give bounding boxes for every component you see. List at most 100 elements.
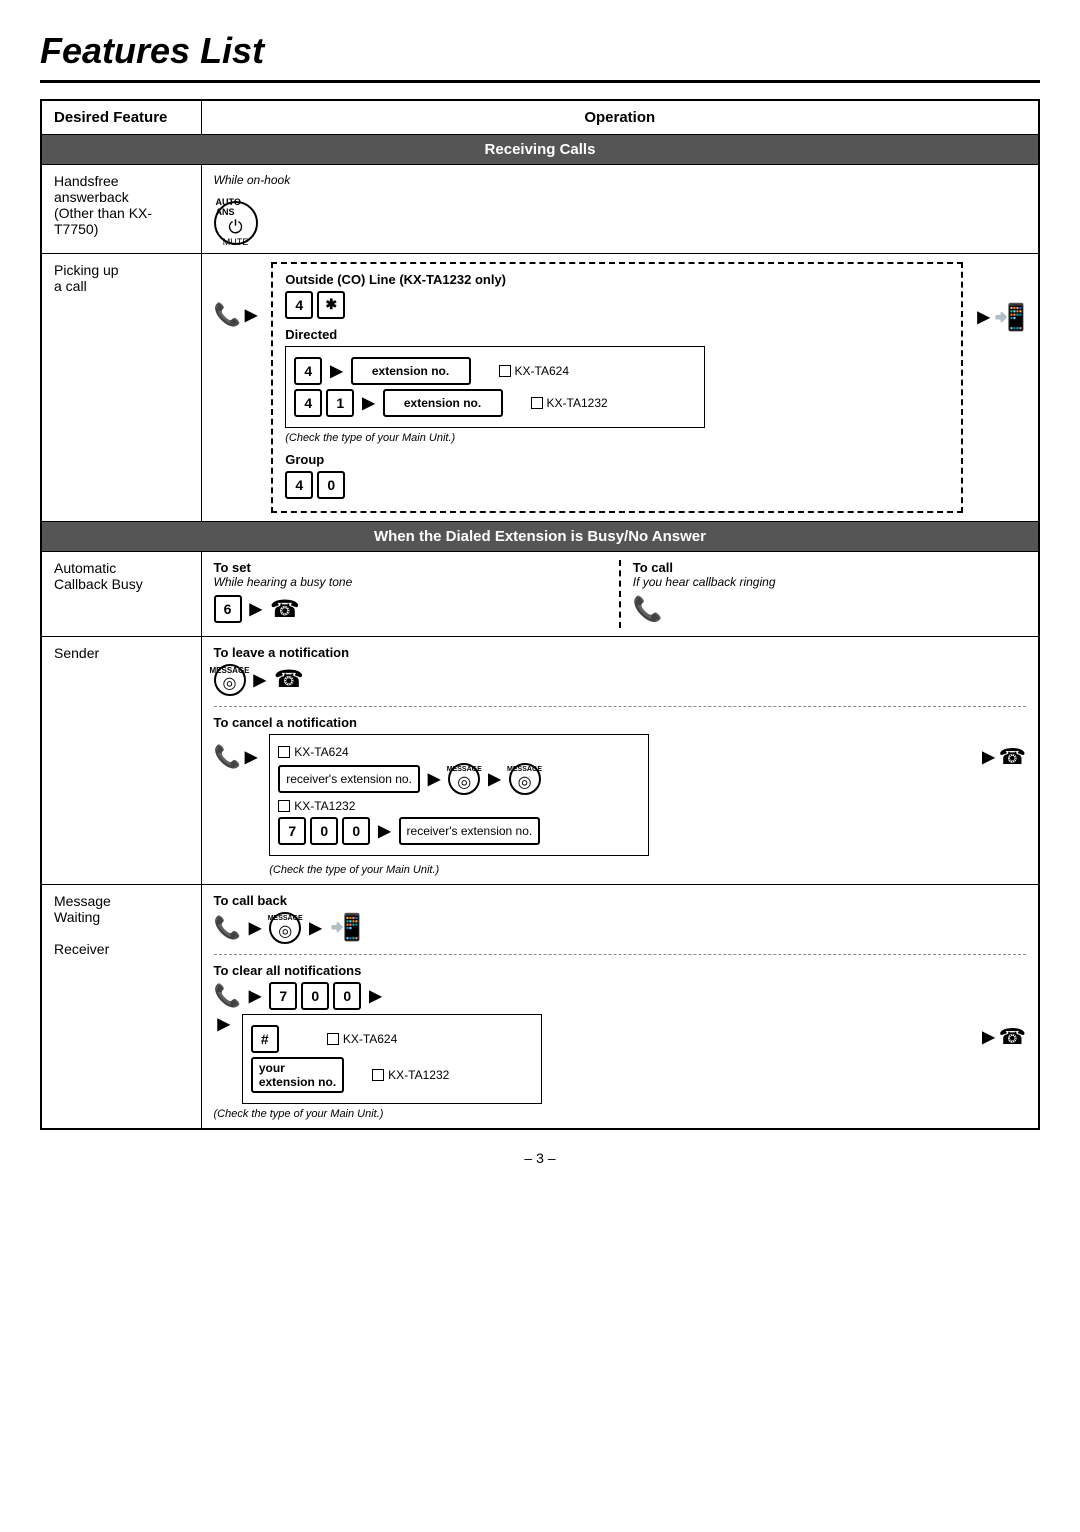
hangup-cancel-icon: ☎ (999, 744, 1026, 770)
to-clear-label: To clear all notifications (214, 963, 1027, 978)
operation-message-sender: To leave a notification MESSAGE ◎ ▶ ☎ To… (201, 636, 1039, 884)
checkbox-cancel-ta1232 (278, 800, 290, 812)
page-number: – 3 – (40, 1150, 1040, 1166)
features-table: Desired Feature Operation Receiving Call… (40, 99, 1040, 1130)
section-receiving-calls: Receiving Calls (41, 135, 1039, 165)
key-4-1232: 4 (294, 389, 322, 417)
directed-label: Directed (285, 327, 949, 342)
operation-message-receiver: To call back 📞 ▶ MESSAGE ◎ ▶ 📲 To clear … (201, 884, 1039, 1129)
cancel-ta624-keys: receiver's extension no. ▶ MESSAGE ◎ ▶ M… (278, 763, 640, 795)
receivers-ext-no-box: receiver's extension no. (278, 765, 420, 793)
key-7-clear: 7 (269, 982, 297, 1010)
key-4-group: 4 (285, 471, 313, 499)
key-6: 6 (214, 595, 242, 623)
title-divider (40, 80, 1040, 83)
outside-co-label: Outside (CO) Line (KX-TA1232 only) (285, 272, 949, 287)
sender-label: Sender (54, 645, 99, 661)
hangup-clear-icon: ☎ (999, 1024, 1026, 1050)
ta624-cancel-label: KX-TA624 (294, 745, 348, 759)
key-1-1232: 1 (326, 389, 354, 417)
receivers-ext-no-box-2: receiver's extension no. (399, 817, 541, 845)
col-header-desired-feature: Desired Feature (41, 100, 201, 135)
operation-handsfree: While on-hook AUTO ANS ⏻ MUTE (201, 165, 1039, 254)
arrow-right-2: ▶ (977, 307, 989, 327)
key-4-dir: 4 (294, 357, 322, 385)
page-title: Features List (40, 30, 1040, 72)
key-4: 4 (285, 291, 313, 319)
table-row: Picking upa call 📞 ▶ Outside (CO) Line (… (41, 253, 1039, 521)
check-type-2: (Check the type of your Main Unit.) (269, 864, 970, 876)
message-icon-cancel2: MESSAGE ◎ (509, 763, 541, 795)
table-row: AutomaticCallback Busy To set While hear… (41, 551, 1039, 636)
arrow: ▶ (250, 599, 262, 619)
message-icon-leave: MESSAGE ◎ (214, 664, 246, 696)
directed-ta1232-row: 4 1 ▶ extension no. KX-TA1232 (294, 389, 696, 417)
auto-ans-label: AUTO ANS (216, 198, 256, 218)
handset-sender-icon: 📞 (214, 744, 241, 770)
key-hash: # (251, 1025, 279, 1053)
table-row: Handsfree answerback(Other than KX-T7750… (41, 165, 1039, 254)
to-call-back-label: To call back (214, 893, 1027, 908)
extension-no-box: extension no. (351, 357, 471, 385)
feature-message-waiting-sender: Sender (41, 636, 201, 884)
ta1232-label: KX-TA1232 (547, 396, 608, 410)
callback-to-call: To call If you hear callback ringing 📞 (621, 560, 1026, 628)
key-7: 7 (278, 817, 306, 845)
handset-cb-icon: 📞 (214, 915, 241, 941)
extension-no-box-2: extension no. (383, 389, 503, 417)
your-ext-box: yourextension no. (251, 1057, 344, 1093)
ta624-clear-label: KX-TA624 (343, 1032, 397, 1046)
arrow: ▶ (428, 769, 440, 789)
feature-callback-busy: AutomaticCallback Busy (41, 551, 201, 636)
arrow: ▶ (369, 986, 381, 1006)
checkbox-ta624 (499, 365, 511, 377)
to-cancel-label: To cancel a notification (214, 715, 1027, 730)
group-label: Group (285, 452, 949, 467)
answer-phone-icon: 📲 (994, 302, 1026, 333)
callback-ring-icon: 📞 (633, 595, 663, 624)
arrow: ▶ (488, 769, 500, 789)
arrow: ▶ (309, 918, 321, 938)
table-row: Sender To leave a notification MESSAGE ◎… (41, 636, 1039, 884)
callback-two-col: To set While hearing a busy tone 6 ▶ ☎ T… (214, 560, 1027, 628)
key-0-clear-2: 0 (333, 982, 361, 1010)
checkbox-ta1232 (531, 397, 543, 409)
key-0-group: 0 (317, 471, 345, 499)
while-hearing-label: While hearing a busy tone (214, 575, 607, 589)
arrow: ▶ (378, 821, 390, 841)
operation-callback-busy: To set While hearing a busy tone 6 ▶ ☎ T… (201, 551, 1039, 636)
arrow-right-cancel: ▶ (982, 747, 994, 767)
operation-pickup: 📞 ▶ Outside (CO) Line (KX-TA1232 only) 4… (201, 253, 1039, 521)
key-0-2: 0 (342, 817, 370, 845)
checkbox-cancel-ta624 (278, 746, 290, 758)
arrow-right: ▶ (245, 305, 257, 325)
arrow: ▶ (245, 747, 257, 767)
message-icon-cancel1: MESSAGE ◎ (448, 763, 480, 795)
while-on-hook-label: While on-hook (214, 173, 1027, 187)
arrow: ▶ (249, 918, 261, 938)
power-symbol: ⏻ (228, 218, 242, 238)
table-row: MessageWaiting Receiver To call back 📞 ▶… (41, 884, 1039, 1129)
check-type-3: (Check the type of your Main Unit.) (214, 1108, 1027, 1120)
cancel-ta1232-keys: 7 0 0 ▶ receiver's extension no. (278, 817, 640, 845)
arrow: ▶ (249, 986, 261, 1006)
hangup-icon: ☎ (274, 665, 304, 694)
check-type-label: (Check the type of your Main Unit.) (285, 432, 949, 444)
feature-message-receiver: MessageWaiting Receiver (41, 884, 201, 1129)
to-call-label: To call (633, 560, 1026, 575)
section-busy-no-answer: When the Dialed Extension is Busy/No Ans… (41, 521, 1039, 551)
arrow: ▶ (362, 393, 374, 413)
key-0-clear-1: 0 (301, 982, 329, 1010)
auto-ans-button-icon[interactable]: AUTO ANS ⏻ MUTE (214, 201, 258, 245)
to-leave-label: To leave a notification (214, 645, 1027, 660)
if-you-hear-label: If you hear callback ringing (633, 575, 1026, 589)
arrow-right-clear: ▶ (982, 1027, 994, 1047)
directed-ta624-row: 4 ▶ extension no. KX-TA624 (294, 357, 696, 385)
ta624-label: KX-TA624 (515, 364, 569, 378)
pickup-options-box: Outside (CO) Line (KX-TA1232 only) 4 ✱ D… (271, 262, 963, 513)
receiver-label: Receiver (54, 941, 109, 957)
handset-clear-icon: 📞 (214, 983, 241, 1009)
ta1232-clear-label: KX-TA1232 (388, 1068, 449, 1082)
mute-label: MUTE (223, 238, 249, 248)
checkbox-clear-ta1232 (372, 1069, 384, 1081)
